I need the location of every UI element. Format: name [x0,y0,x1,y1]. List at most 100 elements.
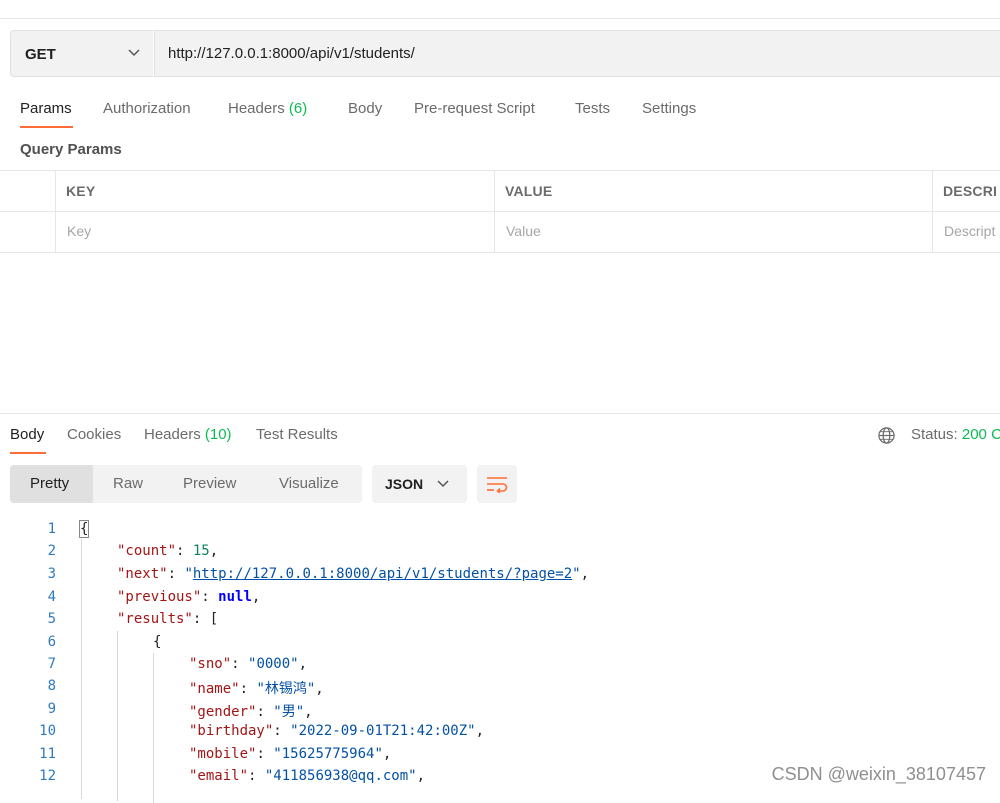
code-line: "count": 15, [117,543,219,559]
code-line: "sno": "0000", [189,656,308,672]
json-key: "sno" [189,656,232,672]
line-number: 12 [39,768,56,784]
method-select[interactable]: GET [10,30,153,77]
description-input[interactable]: Descript [944,223,995,239]
format-label: JSON [385,476,424,492]
line-number: 8 [47,678,56,694]
table-border-bottom [0,252,1000,253]
view-mode-raw[interactable]: Raw [113,475,143,492]
response-tab-headers-label: Headers [144,426,201,443]
code-line: "email": "411856938@qq.com", [189,768,426,784]
response-tab-headers[interactable]: Headers (10) [144,426,232,443]
indent-guide [153,653,154,803]
tab-body[interactable]: Body [348,100,382,117]
response-tab-test-results[interactable]: Test Results [256,426,338,443]
line-number: 5 [47,611,56,627]
tab-authorization[interactable]: Authorization [103,100,191,117]
line-number: 1 [47,521,56,537]
indent-guide [117,631,118,801]
tab-tests[interactable]: Tests [575,100,610,117]
json-key: "mobile" [189,746,257,762]
view-mode-visualize[interactable]: Visualize [279,475,339,492]
json-value: "0000" [248,656,299,672]
json-value: "林锡鸿" [256,681,316,697]
status-label: Status: [911,426,958,443]
tab-headers[interactable]: Headers (6) [228,100,307,117]
key-input[interactable]: Key [67,223,91,239]
tab-headers-count: (6) [288,100,308,117]
line-number: 3 [47,566,56,582]
json-value: "2022-09-01T21:42:00Z" [290,723,476,739]
json-key: "name" [189,681,240,697]
json-bracket: [ [209,611,219,627]
chevron-down-icon [437,480,449,488]
line-number: 9 [47,701,56,717]
json-key: "count" [117,543,177,559]
json-key: "previous" [117,589,202,605]
top-divider [0,18,1000,19]
wrap-lines-button[interactable] [477,465,517,503]
response-divider[interactable] [0,413,1000,414]
view-mode-pretty[interactable]: Pretty [30,475,69,492]
format-select[interactable]: JSON [372,465,467,503]
method-label: GET [25,46,56,63]
line-number: 6 [47,634,56,650]
watermark: CSDN @weixin_38107457 [771,764,986,784]
json-value: "15625775964" [273,746,383,762]
code-line: "mobile": "15625775964", [189,746,392,762]
tab-pre-request-script[interactable]: Pre-request Script [414,100,535,117]
wrap-lines-icon [487,477,508,493]
table-col-divider [494,170,495,252]
line-number: 7 [47,656,56,672]
active-tab-indicator [20,126,73,128]
table-col-divider [55,170,56,252]
tab-settings[interactable]: Settings [642,100,696,117]
tab-headers-label: Headers [228,100,285,117]
line-number: 10 [39,723,56,739]
active-response-tab-indicator [10,452,46,454]
code-line: { [153,634,161,650]
code-line: "next": "http://127.0.0.1:8000/api/v1/st… [117,566,590,582]
status-value: 200 C [961,426,1000,443]
url-text: http://127.0.0.1:8000/api/v1/students/ [168,45,415,62]
code-line: "birthday": "2022-09-01T21:42:00Z", [189,723,485,739]
view-mode-preview[interactable]: Preview [183,475,236,492]
tab-params[interactable]: Params [20,100,72,117]
line-number: 4 [47,589,56,605]
json-key: "birthday" [189,723,274,739]
json-value: 15 [192,543,210,559]
code-line: "previous": null, [117,589,261,605]
response-body-code[interactable]: 1 2 3 4 5 6 7 8 9 10 11 12 { "count": 15… [0,517,1000,803]
json-key: "results" [117,611,193,627]
table-col-divider [932,170,933,252]
json-key: "next" [117,566,168,582]
code-line: "gender": "男", [189,704,313,720]
json-value: "411856938@qq.com" [264,768,417,784]
table-border-mid [0,211,1000,212]
table-border-top [0,170,1000,171]
code-open-brace: { [78,520,90,538]
code-line: "name": "林锡鸿", [189,681,324,697]
json-key: "email" [189,768,249,784]
line-number: 2 [47,543,56,559]
json-value: null [218,589,252,605]
response-tab-cookies[interactable]: Cookies [67,426,121,443]
line-number: 11 [39,746,56,762]
value-input[interactable]: Value [506,223,541,239]
status-indicator: Status: 200 C [911,426,1000,443]
code-line: "results": [ [117,611,219,627]
indent-guide [81,539,82,799]
json-value: "男" [273,704,305,720]
next-page-link[interactable]: http://127.0.0.1:8000/api/v1/students/?p… [193,566,572,582]
json-brace: { [153,634,162,650]
globe-icon[interactable] [877,426,896,445]
url-input[interactable]: http://127.0.0.1:8000/api/v1/students/ [154,30,1000,77]
column-header-description: DESCRI [943,183,998,199]
query-params-title: Query Params [20,141,122,158]
column-header-key: KEY [66,183,96,199]
json-key: "gender" [189,704,257,720]
response-tab-headers-count: (10) [204,426,232,443]
response-tab-body[interactable]: Body [10,426,44,443]
code-line: { [78,520,90,538]
chevron-down-icon [128,49,140,57]
